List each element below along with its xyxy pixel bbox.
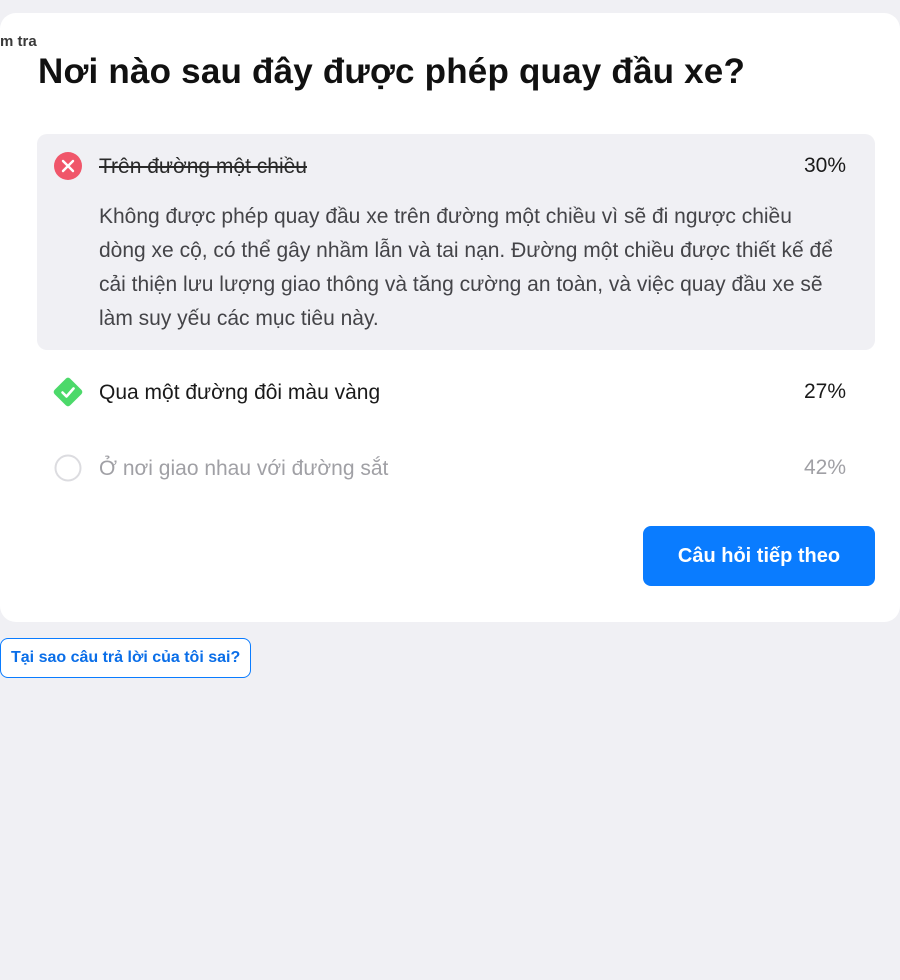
question-title: Nơi nào sau đây được phép quay đầu xe?	[38, 52, 746, 91]
option-label: Trên đường một chiều	[99, 155, 307, 178]
why-wrong-link[interactable]: Tại sao câu trả lời của tôi sai?	[0, 638, 252, 678]
empty-circle-icon	[54, 454, 82, 482]
option-label: Ở nơi giao nhau với đường sắt	[99, 457, 389, 480]
answer-option-wrong[interactable]: Trên đường một chiều 30% Không được phép…	[37, 134, 875, 350]
answer-option-unselected[interactable]: Ở nơi giao nhau với đường sắt 42%	[37, 436, 875, 498]
answer-explanation: Không được phép quay đầu xe trên đường m…	[99, 205, 833, 330]
next-question-button[interactable]: Câu hỏi tiếp theo	[643, 526, 875, 586]
x-circle-icon	[54, 152, 82, 180]
breadcrumb: m tra	[0, 33, 37, 50]
option-percent: 42%	[803, 456, 846, 479]
check-diamond-icon	[50, 374, 86, 410]
option-percent: 27%	[803, 380, 846, 403]
option-label: Qua một đường đôi màu vàng	[99, 381, 381, 404]
answer-option-correct[interactable]: Qua một đường đôi màu vàng 27%	[37, 360, 875, 422]
option-percent: 30%	[803, 154, 846, 177]
